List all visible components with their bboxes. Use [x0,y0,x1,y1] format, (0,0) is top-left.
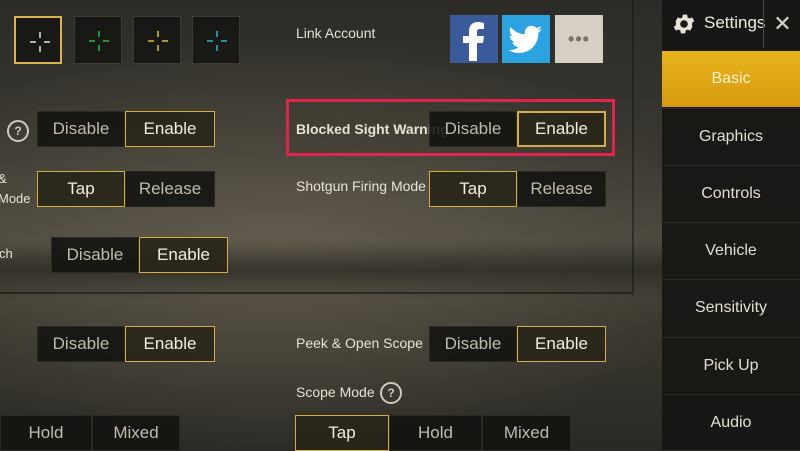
row1-toggle: Disable Enable [37,111,215,147]
row3-disable-option[interactable]: Disable [51,237,139,273]
more-accounts-button[interactable]: ••• [555,15,603,63]
scope-mode-toggle: Tap Hold Mixed [295,415,571,451]
row3-toggle: Disable Enable [51,237,228,273]
crosshair-white-icon [30,32,50,52]
sidebar-item-pickup[interactable]: Pick Up [662,337,800,394]
row2-tap-option[interactable]: Tap [37,171,125,207]
crosshair-green-icon [89,31,109,51]
row4-enable-option[interactable]: Enable [125,326,215,362]
sidebar-item-basic[interactable]: Basic [662,51,800,107]
row1-disable-option[interactable]: Disable [37,111,125,147]
crosshair-white-option[interactable] [14,16,62,64]
row2-toggle: Tap Release [37,171,215,207]
sidebar-item-controls[interactable]: Controls [662,165,800,222]
crosshair-green-option[interactable] [74,16,122,64]
shotgun-release-option[interactable]: Release [517,171,606,207]
more-icon: ••• [568,28,590,49]
scope-hold-option[interactable]: Hold [389,415,482,451]
blocked-sight-toggle: Disable Enable [429,111,606,147]
row4-disable-option[interactable]: Disable [37,326,125,362]
sidebar-item-sensitivity[interactable]: Sensitivity [662,279,800,336]
blocked-sight-label: Blocked Sight Warning [296,121,449,137]
help-icon[interactable]: ? [7,120,29,142]
row2-label-part1: & [0,171,7,186]
shotgun-tap-option[interactable]: Tap [429,171,517,207]
blocked-sight-enable-option[interactable]: Enable [517,111,606,147]
row3-label-part: ch [0,246,13,261]
facebook-icon [463,22,484,61]
peek-enable-option[interactable]: Enable [517,326,606,362]
column-divider [632,0,634,295]
close-button[interactable]: ✕ [763,0,800,48]
row1-enable-option[interactable]: Enable [125,111,215,147]
settings-main-panel: Link Account ••• ? Disable Enable Blocke… [0,0,662,451]
scope-mixed-option[interactable]: Mixed [482,415,571,451]
blocked-sight-disable-option[interactable]: Disable [429,111,517,147]
sidebar-header: Settings ✕ [662,0,800,50]
row5-mixed-option[interactable]: Mixed [92,415,180,451]
close-icon: ✕ [773,11,792,36]
peek-disable-option[interactable]: Disable [429,326,517,362]
row4-toggle: Disable Enable [37,326,215,362]
gear-icon [673,14,695,34]
shotgun-firing-label: Shotgun Firing Mode [296,178,426,194]
crosshair-cyan-option[interactable] [192,16,240,64]
peek-toggle: Disable Enable [429,326,606,362]
row2-label-part2: Mode [0,191,31,206]
settings-title: Settings [704,13,766,32]
sidebar-item-vehicle[interactable]: Vehicle [662,222,800,279]
crosshair-yellow-icon [148,31,168,51]
row5-hold-option[interactable]: Hold [0,415,92,451]
crosshair-cyan-icon [207,31,227,51]
row2-release-option[interactable]: Release [125,171,215,207]
sidebar-item-graphics[interactable]: Graphics [662,108,800,165]
shotgun-toggle: Tap Release [429,171,606,207]
section-divider [0,292,632,294]
facebook-button[interactable] [450,15,498,63]
peek-open-scope-label: Peek & Open Scope [296,335,423,351]
crosshair-yellow-option[interactable] [133,16,181,64]
twitter-icon [508,25,542,54]
twitter-button[interactable] [502,15,550,63]
row5-toggle: Hold Mixed [0,415,180,451]
sidebar-item-audio[interactable]: Audio [662,394,800,451]
settings-sidebar: Settings ✕ Basic Graphics Controls Vehic… [662,0,800,450]
scope-help-icon[interactable]: ? [380,382,402,404]
row3-enable-option[interactable]: Enable [139,237,228,273]
link-account-label: Link Account [296,25,376,41]
scope-tap-option[interactable]: Tap [295,415,389,451]
scope-mode-label: Scope Mode [296,384,375,400]
